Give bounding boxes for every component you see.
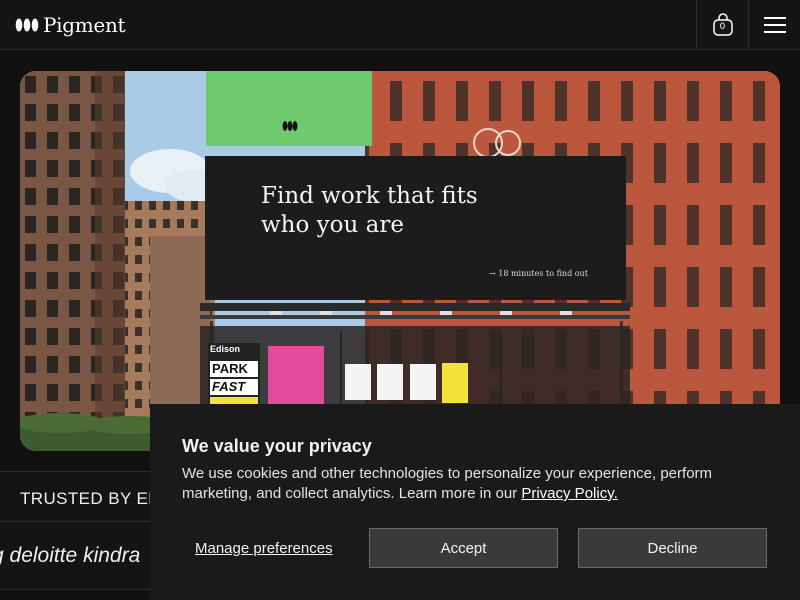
cookie-title: We value your privacy — [182, 436, 372, 456]
billboard-subtext: → 18 minutes to find out — [489, 269, 588, 278]
cookie-description: We use cookies and other technologies to… — [182, 464, 772, 504]
accept-button[interactable]: Accept — [369, 528, 558, 568]
billboard-headline: Find work that fits who you are — [261, 183, 478, 238]
site-header: Pigment 0 — [0, 0, 800, 50]
cookie-body-text: We use cookies and other technologies to… — [182, 465, 713, 502]
cart-count: 0 — [719, 22, 726, 32]
decline-button[interactable]: Decline — [578, 528, 767, 568]
pigment-logo-icon — [15, 18, 39, 32]
hamburger-menu-icon — [763, 17, 786, 33]
manage-preferences-link[interactable]: Manage preferences — [195, 540, 333, 557]
cookie-consent-banner: We value your privacy We use cookies and… — [150, 404, 800, 600]
poster-edison: Edison — [210, 344, 241, 354]
poster-park: PARK — [212, 361, 248, 376]
brand-name: Pigment — [43, 13, 126, 37]
cart-button[interactable]: 0 — [696, 0, 748, 50]
hero-image: Find work that fits who you are → 18 min… — [20, 71, 780, 451]
client-logos-text: g deloitte kindra — [0, 544, 141, 567]
shopping-bag-icon: 0 — [712, 13, 734, 37]
menu-button[interactable] — [748, 0, 800, 50]
brand-logo[interactable]: Pigment — [15, 11, 126, 39]
poster-fast: FAST — [212, 379, 246, 394]
trusted-by-label: TRUSTED BY EM — [20, 489, 163, 508]
privacy-policy-link[interactable]: Privacy Policy. — [521, 485, 617, 502]
billboard: Find work that fits who you are → 18 min… — [205, 156, 626, 300]
